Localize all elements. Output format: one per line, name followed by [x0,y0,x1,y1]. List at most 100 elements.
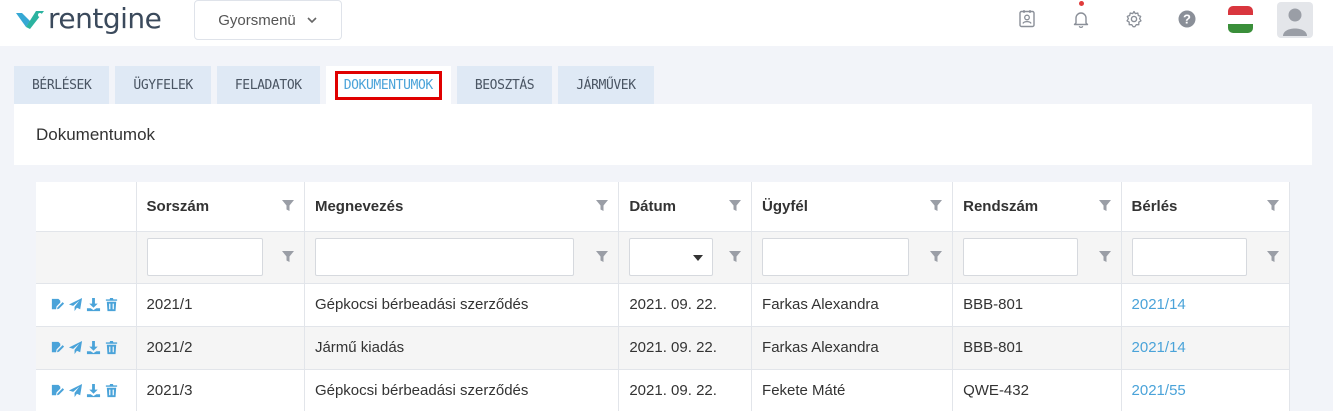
cell-datum: 2021. 09. 22. [618,283,753,327]
delete-icon[interactable] [104,340,119,355]
tab-label: BEOSZTÁS [474,77,535,93]
column-header-datum[interactable]: Dátum [618,182,753,232]
cell-ugyfel: Fekete Máté [751,369,954,411]
column-label: Rendszám [963,197,1039,215]
filter-cell-ugyfel [751,231,954,284]
table-header-row: Sorszám Megnevezés Dátum Ügyfél Rendszám… [36,182,1291,232]
filter-row [36,231,1291,284]
filter-cell-sorszam [136,231,305,284]
cell-berles: 2021/14 [1121,283,1291,327]
contact-card-icon[interactable] [1016,7,1038,31]
cell-sorszam: 2021/1 [136,283,305,327]
edit-icon[interactable] [50,297,65,312]
berles-link[interactable]: 2021/55 [1132,382,1186,399]
tab-label: DOKUMENTUMOK [334,70,442,100]
cell-berles: 2021/55 [1121,369,1291,411]
column-label: Sorszám [146,197,210,215]
berles-filter-input[interactable] [1131,238,1247,276]
download-icon[interactable] [86,297,101,312]
cell-datum: 2021. 09. 22. [618,369,753,411]
chevron-down-icon [307,17,317,24]
delete-icon[interactable] [104,297,119,312]
table-row: 2021/2 Jármű kiadás 2021. 09. 22. Farkas… [36,326,1291,370]
filter-cell-datum [618,231,753,284]
column-header-sorszam[interactable]: Sorszám [136,182,305,232]
cell-sorszam: 2021/2 [136,326,305,370]
cell-rendszam: QWE-432 [952,369,1122,411]
download-icon[interactable] [86,383,101,398]
notification-dot [1079,1,1084,6]
send-icon[interactable] [68,297,83,312]
filter-icon[interactable] [1098,200,1111,212]
cell-berles: 2021/14 [1121,326,1291,370]
sorszam-filter-input[interactable] [146,238,263,276]
column-header-actions [36,182,137,232]
row-actions [36,369,137,411]
filter-icon[interactable] [281,200,294,212]
tab-feladatok[interactable]: FELADATOK [216,66,320,104]
documents-table: Sorszám Megnevezés Dátum Ügyfél Rendszám… [36,182,1291,411]
tab-dokumentumok[interactable]: DOKUMENTUMOK [325,66,451,104]
edit-icon[interactable] [50,383,65,398]
column-header-berles[interactable]: Bérlés [1121,182,1291,232]
column-label: Bérlés [1131,197,1178,215]
bell-icon[interactable] [1070,7,1092,31]
tab-label: ÜGYFELEK [133,77,193,93]
filter-icon[interactable] [930,251,943,263]
cell-rendszam: BBB-801 [952,283,1122,327]
rentgine-logo[interactable]: rentgine [14,2,162,36]
cell-megnevezes: Jármű kiadás [304,326,620,370]
quick-menu-label: Gyorsmenü [218,11,296,29]
filter-icon[interactable] [596,200,609,212]
datum-filter-select[interactable] [629,238,714,276]
row-actions [36,326,137,370]
download-icon[interactable] [86,340,101,355]
cell-megnevezes: Gépkocsi bérbeadási szerződés [304,369,620,411]
column-header-rendszam[interactable]: Rendszám [952,182,1122,232]
quick-menu-dropdown[interactable]: Gyorsmenü [194,0,342,40]
filter-icon[interactable] [1267,251,1279,263]
berles-link[interactable]: 2021/14 [1132,296,1186,313]
filter-cell-actions [36,231,137,284]
filter-icon[interactable] [596,251,609,263]
hungarian-flag-icon[interactable] [1228,6,1253,33]
filter-icon[interactable] [930,200,943,212]
filter-icon[interactable] [1098,251,1111,263]
send-icon[interactable] [68,340,83,355]
gear-icon[interactable] [1123,7,1145,31]
delete-icon[interactable] [104,383,119,398]
tab-ugyfelek[interactable]: ÜGYFELEK [115,66,211,104]
ugyfel-filter-input[interactable] [762,238,910,276]
cell-sorszam: 2021/3 [136,369,305,411]
cell-megnevezes: Gépkocsi bérbeadási szerződés [304,283,620,327]
filter-icon[interactable] [281,251,294,263]
tab-berlesek[interactable]: BÉRLÉSEK [14,66,110,104]
svg-text:?: ? [1183,12,1191,27]
filter-icon[interactable] [1267,200,1279,212]
documents-panel: Dokumentumok Sorszám Megnevezés Dátum Üg… [14,104,1312,411]
column-header-ugyfel[interactable]: Ügyfél [751,182,954,232]
send-icon[interactable] [68,383,83,398]
user-avatar-icon[interactable] [1277,2,1313,38]
cell-ugyfel: Farkas Alexandra [751,283,954,327]
cell-rendszam: BBB-801 [952,326,1122,370]
berles-link[interactable]: 2021/14 [1132,339,1186,356]
logo-mark-icon [16,11,44,29]
tab-label: JÁRMŰVEK [576,77,636,93]
column-header-megnevezes[interactable]: Megnevezés [304,182,620,232]
filter-icon[interactable] [729,200,742,212]
main-tabs: BÉRLÉSEK ÜGYFELEK FELADATOK DOKUMENTUMOK… [14,66,660,104]
tab-beosztas[interactable]: BEOSZTÁS [456,66,553,104]
panel-header: Dokumentumok [14,104,1312,165]
tab-jarmuvek[interactable]: JÁRMŰVEK [558,66,654,104]
help-icon[interactable]: ? [1176,7,1198,31]
tab-label: BÉRLÉSEK [32,77,92,93]
edit-icon[interactable] [50,340,65,355]
column-label: Megnevezés [314,197,404,215]
rendszam-filter-input[interactable] [963,238,1079,276]
megnevezes-filter-input[interactable] [314,238,574,276]
row-actions-group [46,297,126,312]
cell-ugyfel: Farkas Alexandra [751,326,954,370]
filter-icon[interactable] [729,251,742,263]
table-row: 2021/1 Gépkocsi bérbeadási szerződés 202… [36,283,1291,327]
